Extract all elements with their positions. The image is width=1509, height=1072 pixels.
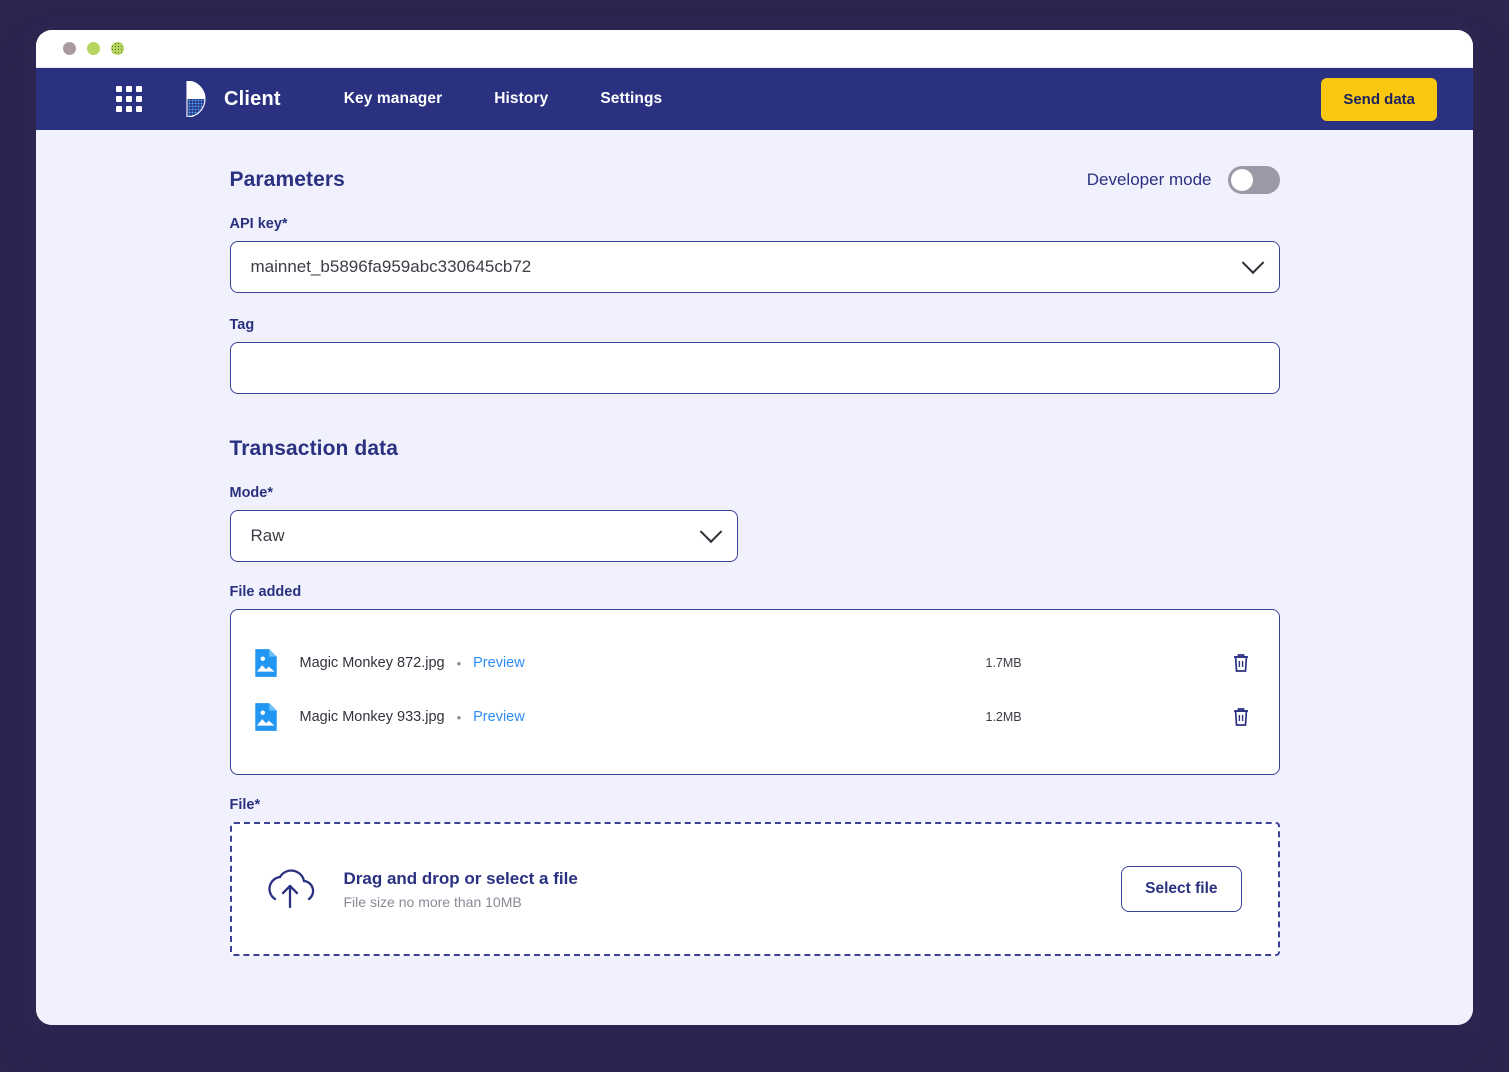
file-separator: • xyxy=(456,709,462,725)
mode-value: Raw xyxy=(250,526,285,545)
file-preview-link[interactable]: Preview xyxy=(473,655,525,671)
api-key-select[interactable] xyxy=(229,241,1280,293)
tag-field-group: Tag xyxy=(229,317,1280,394)
nav-links: Key manager History Settings xyxy=(344,90,663,108)
table-row[interactable]: Magic Monkey 933.jpg • Preview 1.2MB xyxy=(231,690,1279,744)
dropzone-text: Drag and drop or select a file File size… xyxy=(344,869,578,910)
developer-mode-row: Developer mode xyxy=(1087,166,1280,194)
mode-label: Mode* xyxy=(229,485,274,501)
api-key-label: API key* xyxy=(229,216,288,232)
trash-icon[interactable] xyxy=(1231,652,1251,674)
file-name: Magic Monkey 933.jpg xyxy=(299,709,445,725)
chevron-down-icon[interactable] xyxy=(1241,251,1264,275)
table-row[interactable]: Magic Monkey 872.jpg • Preview 1.7MB xyxy=(231,636,1279,690)
nav-link-key-manager[interactable]: Key manager xyxy=(344,90,442,108)
dropzone-title: Drag and drop or select a file xyxy=(343,868,578,888)
mode-select[interactable]: Raw xyxy=(229,510,738,562)
image-file-icon xyxy=(254,649,277,677)
api-key-field-group: API key* xyxy=(229,216,1280,293)
brand[interactable]: Client xyxy=(185,81,281,117)
content-column: Parameters Developer mode API key* Ta xyxy=(229,166,1280,956)
minimize-dot[interactable] xyxy=(87,42,100,55)
file-upload-label: File* xyxy=(229,797,261,813)
developer-mode-label: Developer mode xyxy=(1086,170,1212,189)
file-upload-group: File* Drag and drop or select a file Fil… xyxy=(229,797,1280,956)
top-navbar: Client Key manager History Settings Send… xyxy=(36,68,1473,130)
image-file-icon xyxy=(254,703,277,731)
window-titlebar xyxy=(36,30,1473,68)
file-preview-link[interactable]: Preview xyxy=(473,709,525,725)
app-window: Client Key manager History Settings Send… xyxy=(36,30,1473,1025)
toggle-knob xyxy=(1230,169,1253,191)
tag-input[interactable] xyxy=(250,358,1261,378)
file-added-label: File added xyxy=(229,584,302,600)
page-title: Parameters xyxy=(229,168,345,191)
api-key-input[interactable] xyxy=(250,257,1245,277)
brand-name: Client xyxy=(224,87,281,110)
developer-mode-toggle[interactable] xyxy=(1227,166,1280,194)
apps-grid-icon[interactable] xyxy=(116,86,142,112)
nav-link-history[interactable]: History xyxy=(494,90,548,108)
file-separator: • xyxy=(456,655,462,671)
trash-icon[interactable] xyxy=(1231,706,1251,728)
file-size: 1.2MB xyxy=(985,710,1022,724)
tag-label: Tag xyxy=(229,317,255,333)
chevron-down-icon[interactable] xyxy=(699,520,722,544)
transaction-data-title: Transaction data xyxy=(229,437,398,460)
dropzone-subtitle: File size no more than 10MB xyxy=(343,893,522,910)
nav-link-settings[interactable]: Settings xyxy=(600,90,662,108)
send-data-button[interactable]: Send data xyxy=(1321,77,1437,121)
client-logo-icon xyxy=(186,81,206,117)
close-dot[interactable] xyxy=(63,42,76,55)
file-size: 1.7MB xyxy=(985,656,1022,670)
parameters-header: Parameters Developer mode xyxy=(230,166,1280,194)
select-file-button[interactable]: Select file xyxy=(1121,866,1242,912)
file-list: Magic Monkey 872.jpg • Preview 1.7MB Mag… xyxy=(229,609,1280,775)
tag-input-shell[interactable] xyxy=(229,342,1280,394)
file-added-group: File added Magic Monkey 872.jpg • Previe… xyxy=(229,584,1280,775)
file-dropzone[interactable]: Drag and drop or select a file File size… xyxy=(229,822,1280,956)
mode-field-group: Mode* Raw xyxy=(229,485,1280,562)
file-name: Magic Monkey 872.jpg xyxy=(299,655,445,671)
maximize-dot[interactable] xyxy=(111,42,124,55)
page-body: Parameters Developer mode API key* Ta xyxy=(36,130,1473,1025)
upload-cloud-icon xyxy=(267,869,314,909)
